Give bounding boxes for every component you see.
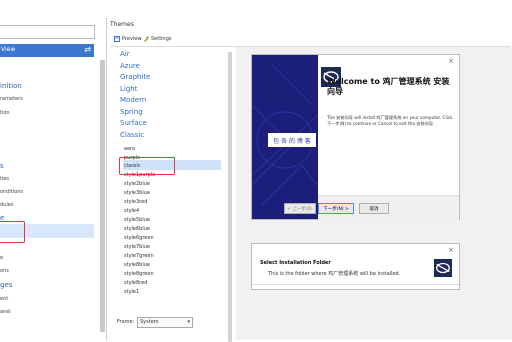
left-heading: inition (0, 82, 22, 90)
left-item[interactable]: ent (0, 296, 8, 302)
left-item[interactable]: rameters (0, 96, 23, 102)
left-item[interactable]: dules (0, 202, 13, 208)
tab-bar: Preview Settings (110, 36, 510, 46)
highlight-box (0, 221, 25, 243)
preview-icon (114, 36, 120, 42)
install-folder-dialog: × Select Installation Folder This is the… (251, 243, 460, 290)
welcome-title: Welcome to 鸡厂管理系统 安装向导 (327, 77, 450, 96)
left-item[interactable]: onditions (0, 189, 23, 195)
tab-preview[interactable]: Preview (114, 36, 141, 42)
divider (252, 284, 459, 285)
theme-category[interactable]: Surface (120, 119, 147, 127)
theme-item[interactable]: style2blue (124, 181, 150, 187)
frame-select[interactable]: System ▾ (137, 317, 193, 328)
left-item[interactable]: anel (0, 309, 11, 315)
search-input[interactable] (0, 25, 95, 39)
wizard-badge: 包 各 的 博 客 (268, 133, 316, 147)
theme-list-scrollbar[interactable] (228, 52, 232, 342)
left-scrollbar[interactable] (100, 60, 105, 332)
theme-category[interactable]: Modern (120, 96, 146, 104)
close-icon[interactable]: × (448, 246, 454, 254)
left-item[interactable]: tion (0, 110, 10, 116)
theme-item[interactable]: style4 (124, 208, 139, 214)
theme-category[interactable]: Spring (120, 108, 143, 116)
theme-category[interactable]: Light (120, 85, 137, 93)
next-button[interactable]: 下一步(N) > (318, 203, 354, 214)
back-button[interactable]: < 上一步(B) (284, 203, 316, 214)
left-heading: s (0, 162, 4, 170)
tab-preview-label: Preview (122, 36, 142, 42)
theme-category[interactable]: Graphite (120, 73, 150, 81)
tab-settings-label: Settings (151, 36, 172, 42)
welcome-dialog: 包 各 的 博 客 × Welcome to 鸡厂管理系统 安装向导 The 安… (251, 54, 460, 220)
highlight-box (119, 157, 175, 175)
settings-icon (143, 36, 149, 42)
theme-item[interactable]: style7green (124, 253, 154, 259)
view-row[interactable]: View ⇄ (0, 44, 94, 57)
installer-logo-icon (434, 259, 452, 277)
theme-category[interactable]: Air (120, 50, 130, 58)
welcome-body: The 安装向导 will install 鸡厂管理系统 on your com… (327, 115, 453, 126)
themes-title: Themes (110, 21, 134, 28)
chevron-down-icon: ▾ (187, 319, 190, 325)
theme-item[interactable]: aero (124, 146, 135, 152)
theme-item[interactable]: style6green (124, 235, 154, 241)
left-item[interactable]: ites (0, 176, 9, 182)
theme-item[interactable]: style5blue (124, 217, 150, 223)
theme-category[interactable]: Azure (120, 62, 140, 70)
install-folder-desc: This is the folder where 鸡厂管理系统 will be … (268, 271, 401, 277)
theme-item[interactable]: style8green (124, 271, 154, 277)
theme-item[interactable]: style8blue (124, 262, 150, 268)
frame-select-value: System (140, 319, 159, 325)
theme-item[interactable]: style6blue (124, 226, 150, 232)
theme-item[interactable]: style8red (124, 280, 147, 286)
swap-icon[interactable]: ⇄ (84, 45, 91, 54)
left-heading: ges (0, 281, 13, 289)
cancel-button[interactable]: 取消 (359, 203, 389, 214)
install-folder-title: Select Installation Folder (260, 260, 331, 266)
theme-category[interactable]: Classic (120, 131, 144, 139)
theme-item[interactable]: style1 (124, 289, 139, 295)
view-label: View (1, 46, 16, 53)
theme-item[interactable]: style7blue (124, 244, 150, 250)
left-item[interactable]: ons (0, 268, 9, 274)
close-icon[interactable]: × (448, 57, 454, 65)
left-item[interactable]: e (0, 255, 3, 261)
frame-label: Frame: (117, 319, 135, 325)
tab-settings[interactable]: Settings (143, 36, 172, 42)
theme-item[interactable]: style3blue (124, 190, 150, 196)
theme-item[interactable]: style3red (124, 199, 147, 205)
